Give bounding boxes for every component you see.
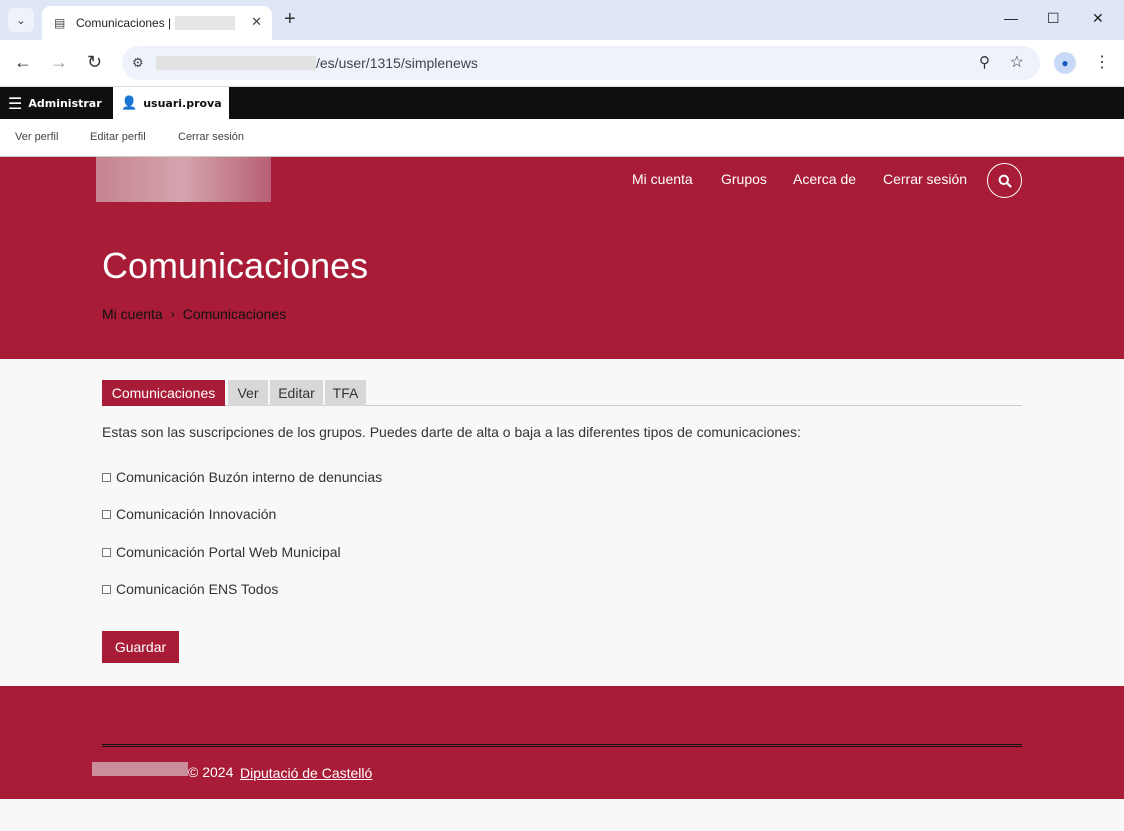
admin-toolbar: ☰ Administrar 👤 usuari.prova	[0, 87, 1124, 119]
local-tabs: Comunicaciones Ver Editar TFA	[102, 380, 1022, 406]
footer-link-diputacio[interactable]: Diputació de Castelló	[240, 765, 372, 781]
page-title: Comunicaciones	[102, 245, 369, 286]
reload-icon[interactable]: ↻	[87, 52, 102, 72]
page-bottom	[0, 799, 1124, 831]
option-label: Comunicación Buzón interno de denuncias	[116, 469, 383, 485]
address-bar[interactable]: ⚙ /es/user/1315/simplenews ⚲ ☆	[122, 46, 1040, 80]
ver-perfil-link[interactable]: Ver perfil	[15, 131, 58, 143]
tab-search-chevron-icon[interactable]: ⌄	[8, 8, 34, 32]
profile-avatar-icon[interactable]: ●	[1054, 52, 1076, 74]
site-info-icon[interactable]: ⚙	[132, 55, 144, 71]
option-label: Comunicación Portal Web Municipal	[116, 544, 341, 560]
footer-divider	[102, 744, 1022, 747]
editar-perfil-link[interactable]: Editar perfil	[90, 131, 146, 143]
option-label: Comunicación ENS Todos	[116, 581, 279, 597]
nav-grupos[interactable]: Grupos	[721, 171, 767, 187]
admin-subbar: Ver perfil Editar perfil Cerrar sesión	[0, 119, 1124, 157]
back-icon[interactable]: ←	[14, 52, 32, 72]
admin-label: Administrar	[28, 96, 102, 110]
close-window-icon[interactable]: ✕	[1092, 10, 1104, 27]
site-favicon-icon: ▤	[54, 16, 66, 30]
option-buzon-denuncias[interactable]: Comunicación Buzón interno de denuncias	[102, 469, 382, 485]
footer-copyright: © 2024	[188, 764, 234, 780]
search-button[interactable]	[987, 163, 1022, 198]
checkbox[interactable]	[102, 584, 111, 594]
zoom-icon[interactable]: ⚲	[979, 53, 990, 71]
cerrar-sesion-link[interactable]: Cerrar sesión	[178, 131, 244, 143]
search-icon	[998, 174, 1012, 188]
breadcrumb-item-current: Comunicaciones	[182, 306, 287, 322]
user-label: usuari.prova	[143, 96, 222, 110]
tab-editar[interactable]: Editar	[270, 380, 323, 406]
maximize-icon[interactable]: ☐	[1047, 10, 1060, 27]
close-tab-icon[interactable]: ✕	[251, 14, 262, 30]
footer-logo-redacted	[92, 762, 188, 776]
nav-cerrar-sesion[interactable]: Cerrar sesión	[883, 171, 967, 187]
nav-acerca-de[interactable]: Acerca de	[793, 171, 856, 187]
browser-menu-icon[interactable]: ⋮	[1094, 52, 1110, 72]
site-footer: © 2024 Diputació de Castelló	[0, 686, 1124, 799]
site-header: Mi cuenta Grupos Acerca de Cerrar sesión…	[0, 157, 1124, 359]
checkbox[interactable]	[102, 547, 111, 557]
url-domain-redacted	[156, 56, 316, 70]
nav-mi-cuenta[interactable]: Mi cuenta	[632, 171, 693, 187]
option-ens-todos[interactable]: Comunicación ENS Todos	[102, 581, 278, 597]
minimize-icon[interactable]: —	[1004, 10, 1018, 26]
checkbox[interactable]	[102, 509, 111, 519]
forward-icon[interactable]: →	[50, 52, 68, 72]
browser-toolbar: ← → ↻ ⚙ /es/user/1315/simplenews ⚲ ☆	[0, 40, 1124, 87]
chevron-right-icon: ›	[170, 307, 175, 321]
checkbox[interactable]	[102, 472, 111, 482]
site-logo[interactable]	[96, 157, 271, 202]
save-button[interactable]: Guardar	[102, 631, 179, 663]
intro-text: Estas son las suscripciones de los grupo…	[102, 424, 801, 440]
browser-tab-title: Comunicaciones |	[76, 16, 172, 30]
new-tab-icon[interactable]: +	[284, 9, 296, 29]
tab-tfa[interactable]: TFA	[325, 380, 366, 406]
user-icon: 👤	[121, 95, 138, 111]
admin-menu-button[interactable]: ☰ Administrar	[8, 87, 102, 119]
url-text: /es/user/1315/simplenews	[316, 55, 478, 71]
tab-comunicaciones[interactable]: Comunicaciones	[102, 380, 225, 406]
option-label: Comunicación Innovación	[116, 506, 277, 522]
user-tab[interactable]: 👤 usuari.prova	[113, 87, 229, 119]
option-portal-web[interactable]: Comunicación Portal Web Municipal	[102, 544, 341, 560]
tab-ver[interactable]: Ver	[228, 380, 268, 406]
breadcrumb-item-mi-cuenta[interactable]: Mi cuenta	[102, 306, 163, 322]
browser-tabstrip: ⌄ ▤ Comunicaciones | ✕ + — ☐ ✕	[0, 0, 1124, 40]
hamburger-icon: ☰	[8, 93, 23, 113]
tab-title-redacted	[175, 16, 236, 30]
breadcrumb: Mi cuenta › Comunicaciones	[102, 306, 286, 322]
option-innovacion[interactable]: Comunicación Innovación	[102, 506, 276, 522]
bookmark-star-icon[interactable]: ☆	[1010, 52, 1024, 72]
browser-tab[interactable]: ▤ Comunicaciones | ✕	[42, 6, 272, 40]
